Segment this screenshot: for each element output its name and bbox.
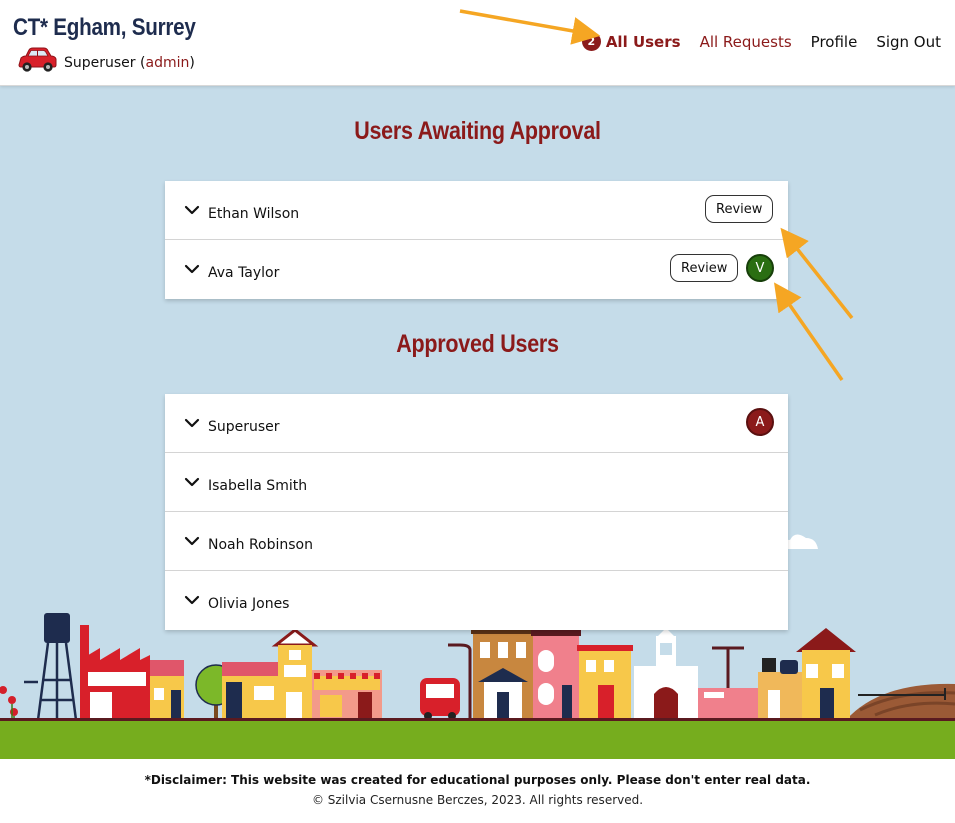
main-content: Users Awaiting Approval Ethan Wilson Rev… bbox=[0, 86, 955, 759]
user-name: Olivia Jones bbox=[208, 596, 290, 612]
chevron-down-icon[interactable] bbox=[184, 205, 200, 215]
chevron-down-icon[interactable] bbox=[184, 477, 200, 487]
user-name: Ava Taylor bbox=[208, 265, 280, 281]
list-item[interactable]: Noah Robinson bbox=[165, 512, 788, 571]
user-name: Ethan Wilson bbox=[208, 206, 300, 222]
site-title[interactable]: CT* Egham, Surrey bbox=[13, 14, 196, 42]
review-button[interactable]: Review bbox=[670, 254, 739, 282]
current-user-name: Superuser bbox=[64, 55, 136, 71]
nav-all-users-label: All Users bbox=[605, 32, 681, 51]
user-name: Isabella Smith bbox=[208, 478, 308, 494]
app-header: CT* Egham, Surrey Superuser (admin) 2 Al… bbox=[0, 0, 955, 86]
main-nav: 2 All Users All Requests Profile Sign Ou… bbox=[563, 32, 941, 51]
current-user: Superuser (admin) bbox=[64, 55, 195, 71]
status-badge: A bbox=[746, 408, 774, 436]
awaiting-users-list: Ethan Wilson Review Ava Taylor Review V bbox=[165, 181, 788, 299]
approved-users-list: Superuser A Isabella Smith Noah Robinson… bbox=[165, 394, 788, 630]
nav-all-requests[interactable]: All Requests bbox=[700, 33, 792, 51]
list-item[interactable]: Ava Taylor Review V bbox=[165, 240, 788, 299]
review-button[interactable]: Review bbox=[705, 195, 774, 223]
chevron-down-icon[interactable] bbox=[184, 418, 200, 428]
footer-copyright: © Szilvia Csernusne Berczes, 2023. All r… bbox=[311, 793, 644, 807]
user-name: Superuser bbox=[208, 419, 280, 435]
nav-all-users[interactable]: 2 All Users bbox=[581, 32, 681, 51]
chevron-down-icon[interactable] bbox=[184, 264, 200, 274]
pending-count-badge: 2 bbox=[581, 32, 601, 51]
user-name: Noah Robinson bbox=[208, 537, 313, 553]
list-item[interactable]: Isabella Smith bbox=[165, 453, 788, 512]
chevron-down-icon[interactable] bbox=[184, 536, 200, 546]
current-user-role: admin bbox=[145, 55, 190, 71]
nav-sign-out[interactable]: Sign Out bbox=[876, 33, 941, 51]
list-item[interactable]: Superuser A bbox=[165, 394, 788, 453]
page-footer: *Disclaimer: This website was created fo… bbox=[0, 759, 955, 823]
chevron-down-icon[interactable] bbox=[184, 595, 200, 605]
nav-profile[interactable]: Profile bbox=[811, 33, 858, 51]
awaiting-section-title: Users Awaiting Approval bbox=[354, 117, 601, 145]
list-item[interactable]: Olivia Jones bbox=[165, 571, 788, 630]
approved-section-title: Approved Users bbox=[396, 330, 559, 358]
list-item[interactable]: Ethan Wilson Review bbox=[165, 181, 788, 240]
footer-disclaimer: *Disclaimer: This website was created fo… bbox=[144, 773, 811, 787]
car-icon bbox=[18, 47, 57, 72]
status-badge: V bbox=[746, 254, 774, 282]
